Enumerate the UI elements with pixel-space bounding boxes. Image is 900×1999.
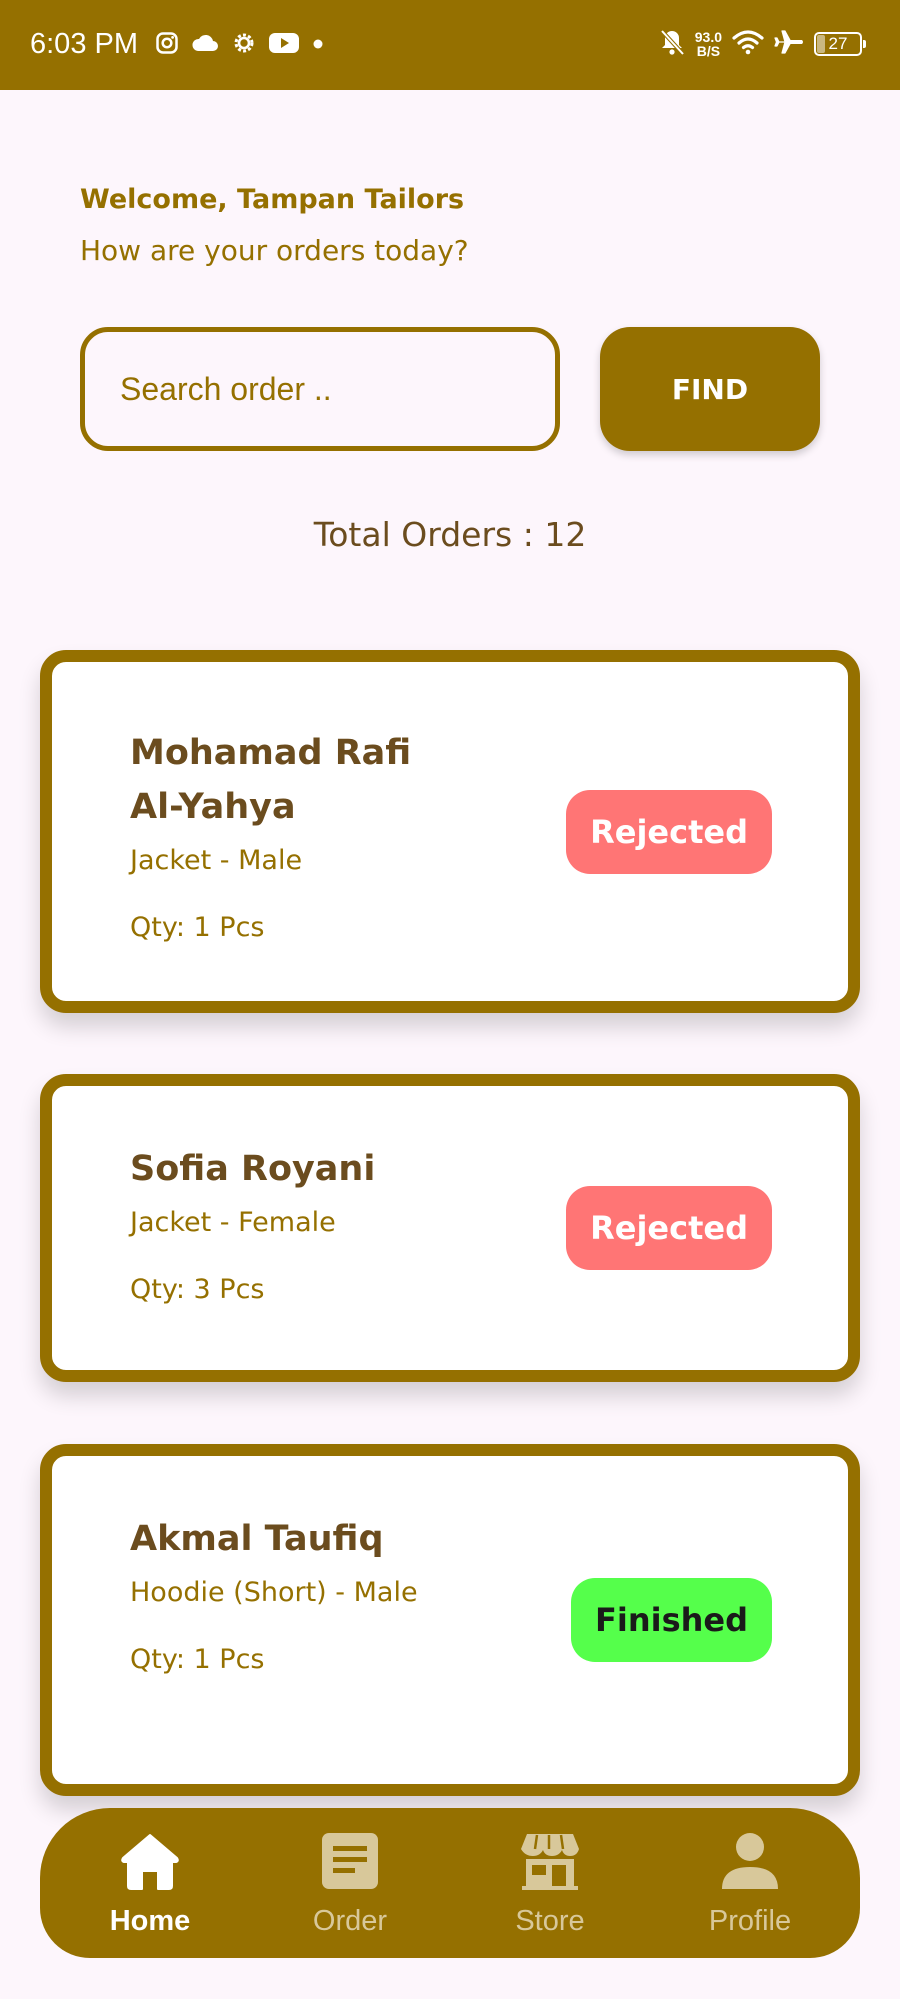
airplane-icon (774, 27, 804, 61)
store-icon (518, 1829, 582, 1893)
order-card[interactable]: Sofia Royani Jacket - Female Qty: 3 Pcs … (40, 1074, 860, 1382)
nav-item-order[interactable]: Order (255, 1829, 445, 1938)
wifi-icon (732, 29, 764, 59)
network-speed-unit: B/S (696, 43, 721, 59)
status-left-icons (155, 30, 325, 60)
home-icon (118, 1829, 182, 1893)
battery-level: 27 (828, 34, 848, 53)
customer-name: Akmal Taufiq (130, 1519, 384, 1559)
battery-icon: 27 (814, 32, 866, 56)
cloud-icon (191, 32, 219, 58)
profile-icon (718, 1829, 782, 1893)
bell-off-icon (659, 28, 685, 60)
nav-label: Home (109, 1904, 191, 1937)
bottom-nav: Home Order Store Profile (40, 1808, 860, 1958)
network-speed: 93.0 B/S (695, 30, 722, 58)
order-info: Akmal Taufiq Hoodie (Short) - Male Qty: … (130, 1512, 460, 1680)
status-time: 6:03 PM (30, 28, 138, 60)
total-orders: Total Orders : 12 (313, 515, 587, 554)
status-bar: 6:03 PM 93.0 B/S 27 (0, 0, 900, 90)
network-speed-value: 93.0 (694, 29, 722, 45)
welcome-subtitle: How are your orders today? (80, 234, 469, 267)
order-info: Mohamad Rafi Al-Yahya Jacket - Male Qty:… (130, 726, 460, 948)
bottom-strip (0, 1958, 900, 1999)
find-button[interactable]: FIND (600, 327, 820, 451)
status-right-icons: 93.0 B/S 27 (659, 26, 866, 62)
nav-item-profile[interactable]: Profile (655, 1829, 845, 1938)
order-card[interactable]: Mohamad Rafi Al-Yahya Jacket - Male Qty:… (40, 650, 860, 1013)
customer-name: Sofia Royani (130, 1149, 376, 1189)
customer-name: Mohamad Rafi Al-Yahya (130, 733, 412, 827)
order-item: Hoodie (Short) - Male (130, 1577, 418, 1608)
order-card[interactable]: Akmal Taufiq Hoodie (Short) - Male Qty: … (40, 1444, 860, 1796)
order-qty: Qty: 1 Pcs (130, 912, 265, 943)
status-badge: Rejected (566, 789, 772, 874)
status-badge: Finished (570, 1578, 772, 1662)
nav-label: Profile (708, 1904, 792, 1937)
order-item: Jacket - Male (130, 845, 303, 876)
settings-icon (231, 30, 257, 60)
order-icon (318, 1829, 382, 1893)
nav-label: Store (515, 1904, 585, 1937)
nav-item-store[interactable]: Store (455, 1829, 645, 1938)
order-qty: Qty: 1 Pcs (130, 1644, 265, 1675)
order-qty: Qty: 3 Pcs (130, 1274, 265, 1305)
youtube-icon (269, 32, 299, 58)
order-item: Jacket - Female (130, 1207, 336, 1238)
welcome-title: Welcome, Tampan Tailors (80, 184, 465, 215)
nav-label: Order (312, 1904, 388, 1937)
nav-item-home[interactable]: Home (55, 1829, 245, 1938)
status-badge: Rejected (566, 1186, 772, 1270)
instagram-icon (155, 31, 179, 59)
order-info: Sofia Royani Jacket - Female Qty: 3 Pcs (130, 1142, 460, 1310)
dot-icon (311, 36, 325, 55)
search-input[interactable] (80, 327, 560, 451)
